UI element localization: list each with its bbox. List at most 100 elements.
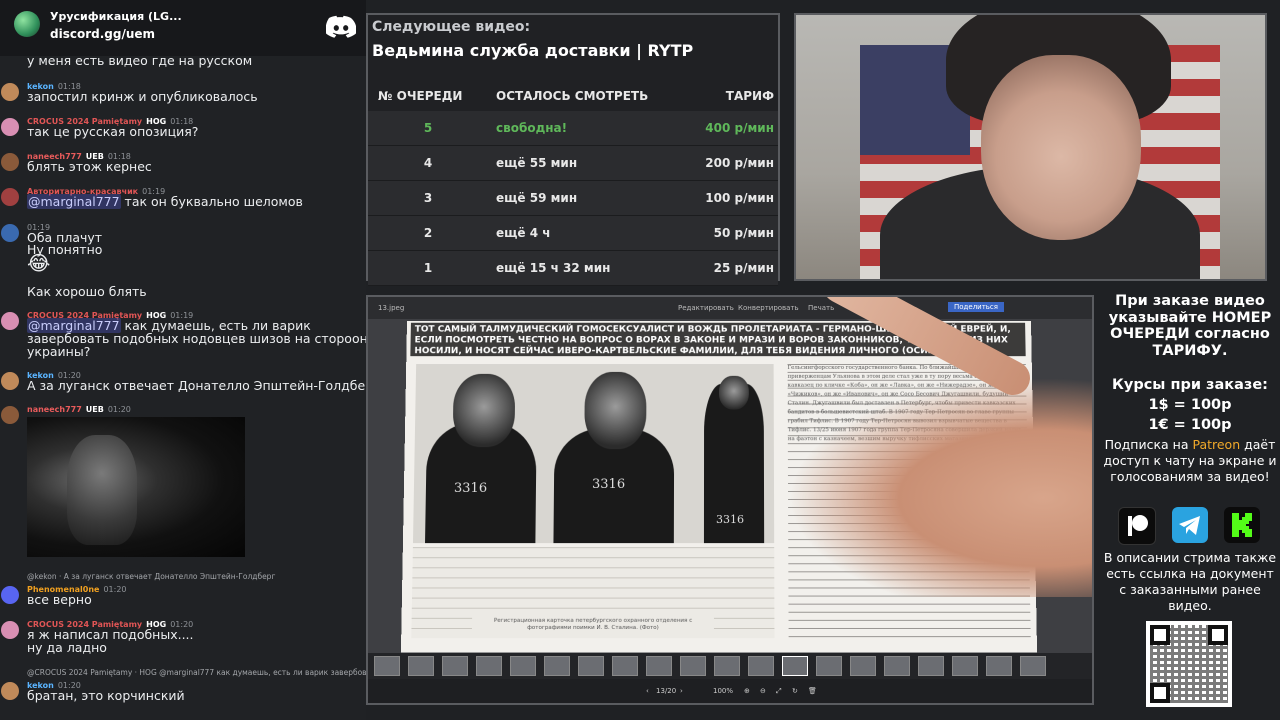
message-body: я ж написал подобных.... ну да ладно [27, 627, 194, 655]
queue-remaining: ещё 4 ч [496, 226, 551, 240]
subscription-note: Подписка на Patreon даёт доступ к чату н… [1100, 437, 1280, 485]
avatar[interactable] [1, 224, 19, 242]
page-thumbnail[interactable] [748, 656, 774, 676]
avatar[interactable] [1, 312, 19, 330]
message-text: блять этож кернес [27, 160, 152, 173]
queue-rate: 100 р/мин [705, 191, 774, 205]
page-thumbnail[interactable] [408, 656, 434, 676]
page-thumbnail[interactable] [476, 656, 502, 676]
queue-row: 5 свободна! 400 р/мин [368, 111, 778, 146]
page-thumbnail[interactable] [782, 656, 808, 676]
discord-banner[interactable]: Урусификация (LG... discord.gg/uem [0, 0, 366, 56]
mugshot-number-2: 3316 [591, 477, 626, 492]
column-remaining: ОСТАЛОСЬ СМОТРЕТЬ [496, 89, 649, 103]
next-video-header: Следующее видео: [372, 19, 531, 35]
message-body: блять этож кернес [27, 159, 152, 174]
server-avatar [14, 11, 40, 37]
mugshot-profile-head [452, 373, 516, 448]
queue-remaining: свободна! [496, 121, 568, 135]
kick-icon[interactable] [1224, 507, 1260, 543]
queue-row: 1 ещё 15 ч 32 мин 25 р/мин [368, 251, 778, 286]
timestamp: 01:20 [103, 585, 127, 594]
page-thumbnail[interactable] [646, 656, 672, 676]
page-thumbnail[interactable] [986, 656, 1012, 676]
message-body: А за луганск отвечает Донателло Эпштейн-… [27, 378, 366, 393]
avatar[interactable] [1, 621, 19, 639]
screen-share: 13.jpeg Редактировать Конвертировать Печ… [366, 295, 1094, 705]
message-text: @marginal777 как думаешь, есть ли варик … [27, 318, 366, 358]
delete-icon[interactable]: 🗑 [808, 687, 817, 695]
patreon-link[interactable]: Patreon [1192, 437, 1240, 452]
column-queue-number: № ОЧЕРЕДИ [378, 89, 463, 103]
convert-button[interactable]: Конвертировать [738, 304, 799, 312]
zoom-level[interactable]: 100% [713, 687, 733, 695]
avatar[interactable] [1, 118, 19, 136]
page-thumbnail[interactable] [1020, 656, 1046, 676]
avatar[interactable] [1, 372, 19, 390]
message-body: 😂 [27, 251, 51, 275]
registration-card: Регистрационная карточка петербургского … [411, 547, 775, 639]
page-thumbnail[interactable] [714, 656, 740, 676]
page-thumbnail[interactable] [544, 656, 570, 676]
print-button[interactable]: Печать [808, 304, 834, 312]
page-thumbnail[interactable] [816, 656, 842, 676]
order-instructions: При заказе видео указывайте НОМЕР ОЧЕРЕД… [1108, 293, 1272, 359]
avatar[interactable] [1, 188, 19, 206]
page-thumbnail[interactable] [680, 656, 706, 676]
message-body: Как хорошо блять [27, 284, 147, 299]
page-thumbnail[interactable] [442, 656, 468, 676]
message-text: все верно [27, 593, 92, 606]
zoom-in-icon[interactable]: ⊕ [744, 687, 750, 695]
page-thumbnail[interactable] [578, 656, 604, 676]
page-thumbnail[interactable] [884, 656, 910, 676]
next-video-panel: Следующее видео: Ведьмина служба доставк… [366, 13, 780, 286]
message-body: запостил кринж и опубликовалось [27, 89, 258, 104]
edit-button[interactable]: Редактировать [678, 304, 734, 312]
avatar[interactable] [1, 406, 19, 424]
zoom-out-icon[interactable]: ⊖ [760, 687, 766, 695]
avatar[interactable] [1, 682, 19, 700]
reply-preview[interactable]: @kekon · А за луганск отвечает Донателло… [27, 570, 275, 583]
page-thumbnail[interactable] [850, 656, 876, 676]
queue-rate: 200 р/мин [705, 156, 774, 170]
message-text: запостил кринж и опубликовалось [27, 90, 258, 103]
mugshot-full-body-head [719, 375, 749, 410]
qr-finder-bottom-left [1150, 683, 1170, 703]
share-button[interactable]: Поделиться [948, 302, 1004, 312]
server-invite[interactable]: discord.gg/uem [50, 27, 155, 41]
mugshot-photo: 3316 3316 3316 [412, 364, 775, 544]
page-thumbnail[interactable] [952, 656, 978, 676]
page-thumbnail[interactable] [918, 656, 944, 676]
avatar[interactable] [1, 83, 19, 101]
queue-number: 1 [423, 261, 433, 275]
rotate-icon[interactable]: ↻ [792, 687, 798, 695]
message-text: @marginal777 так он буквально шеломов [27, 194, 303, 209]
gif-preview[interactable] [27, 417, 245, 557]
queue-rate: 50 р/мин [713, 226, 774, 240]
next-page-button[interactable]: › [680, 687, 683, 695]
chat-panel: у меня есть видео где на русском kekon 01:… [0, 0, 366, 720]
mugshot-number-1: 3316 [453, 481, 488, 496]
column-rate: ТАРИФ [725, 89, 774, 103]
queue-remaining: ещё 59 мин [496, 191, 578, 205]
page-thumbnail[interactable] [510, 656, 536, 676]
social-icons [1118, 507, 1268, 545]
reply-preview[interactable]: @CROCUS 2024 Pamiętamy · HOG @marginal77… [27, 666, 366, 679]
telegram-icon[interactable] [1172, 507, 1208, 543]
message-text: я ж написал подобных.... ну да ладно [27, 628, 194, 654]
queue-number: 2 [423, 226, 433, 240]
username[interactable]: naneech777 [27, 405, 82, 414]
qr-code[interactable] [1146, 621, 1232, 707]
prev-page-button[interactable]: ‹ [646, 687, 649, 695]
patreon-icon[interactable] [1118, 507, 1156, 545]
message-body: так он буквально шеломов [120, 194, 303, 209]
page-thumbnail[interactable] [612, 656, 638, 676]
message-text: А за луганск отвечает Донателло Эпштейн-… [27, 379, 366, 392]
queue-number: 3 [423, 191, 433, 205]
avatar[interactable] [1, 153, 19, 171]
avatar[interactable] [1, 586, 19, 604]
user-mention[interactable]: @marginal777 [27, 194, 121, 209]
fit-icon[interactable]: ⤢ [776, 687, 782, 696]
page-thumbnail[interactable] [374, 656, 400, 676]
message-text: 😂 [27, 253, 50, 273]
